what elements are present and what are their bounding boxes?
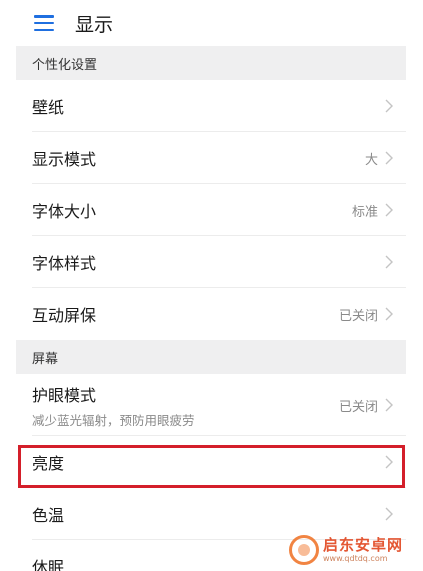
chevron-right-icon — [384, 150, 394, 166]
settings-row-font-size[interactable]: 字体大小 标准 — [16, 184, 406, 236]
settings-row-font-style[interactable]: 字体样式 — [16, 236, 406, 288]
settings-row-color-temperature[interactable]: 色温 — [16, 488, 406, 540]
section-header-personalization: 个性化设置 — [16, 46, 406, 80]
hamburger-menu-icon[interactable] — [34, 15, 54, 31]
chevron-right-icon — [384, 202, 394, 218]
row-label: 字体大小 — [32, 202, 97, 221]
watermark-logo-icon — [288, 535, 319, 565]
row-subtitle: 减少蓝光辐射，预防用眼疲劳 — [32, 412, 195, 428]
watermark: 启东安卓网 www.qdtdq.com — [288, 535, 403, 565]
chevron-right-icon — [384, 254, 394, 270]
chevron-right-icon — [384, 506, 394, 522]
row-label: 互动屏保 — [32, 306, 97, 325]
settings-row-eye-comfort[interactable]: 护眼模式 减少蓝光辐射，预防用眼疲劳 已关闭 — [16, 374, 406, 436]
settings-row-brightness[interactable]: 亮度 — [16, 436, 406, 488]
chevron-right-icon — [384, 98, 394, 114]
watermark-url: www.qdtdq.com — [322, 553, 388, 563]
watermark-name: 启东安卓网 — [322, 535, 403, 554]
display-settings-screen: 显示 个性化设置 壁纸 显示模式 大 字体大小 标准 字体样式 互动屏保 已关闭… — [16, 0, 406, 571]
row-label: 字体样式 — [32, 254, 97, 273]
row-value: 大 — [364, 152, 378, 168]
row-label: 色温 — [32, 506, 65, 525]
row-label: 护眼模式 — [32, 385, 97, 405]
row-label: 壁纸 — [32, 98, 65, 117]
row-label: 显示模式 — [32, 150, 97, 169]
section-header-screen: 屏幕 — [16, 340, 406, 374]
row-value: 标准 — [351, 204, 378, 220]
chevron-right-icon — [384, 306, 394, 322]
chevron-right-icon — [384, 397, 394, 413]
settings-row-wallpaper[interactable]: 壁纸 — [16, 80, 406, 132]
row-label: 亮度 — [32, 454, 65, 473]
settings-row-interactive-screensaver[interactable]: 互动屏保 已关闭 — [16, 288, 406, 340]
top-bar: 显示 — [16, 0, 406, 46]
row-value: 已关闭 — [338, 399, 378, 415]
page-title: 显示 — [75, 13, 114, 36]
chevron-right-icon — [384, 454, 394, 470]
settings-row-display-mode[interactable]: 显示模式 大 — [16, 132, 406, 184]
row-value: 已关闭 — [338, 308, 378, 324]
